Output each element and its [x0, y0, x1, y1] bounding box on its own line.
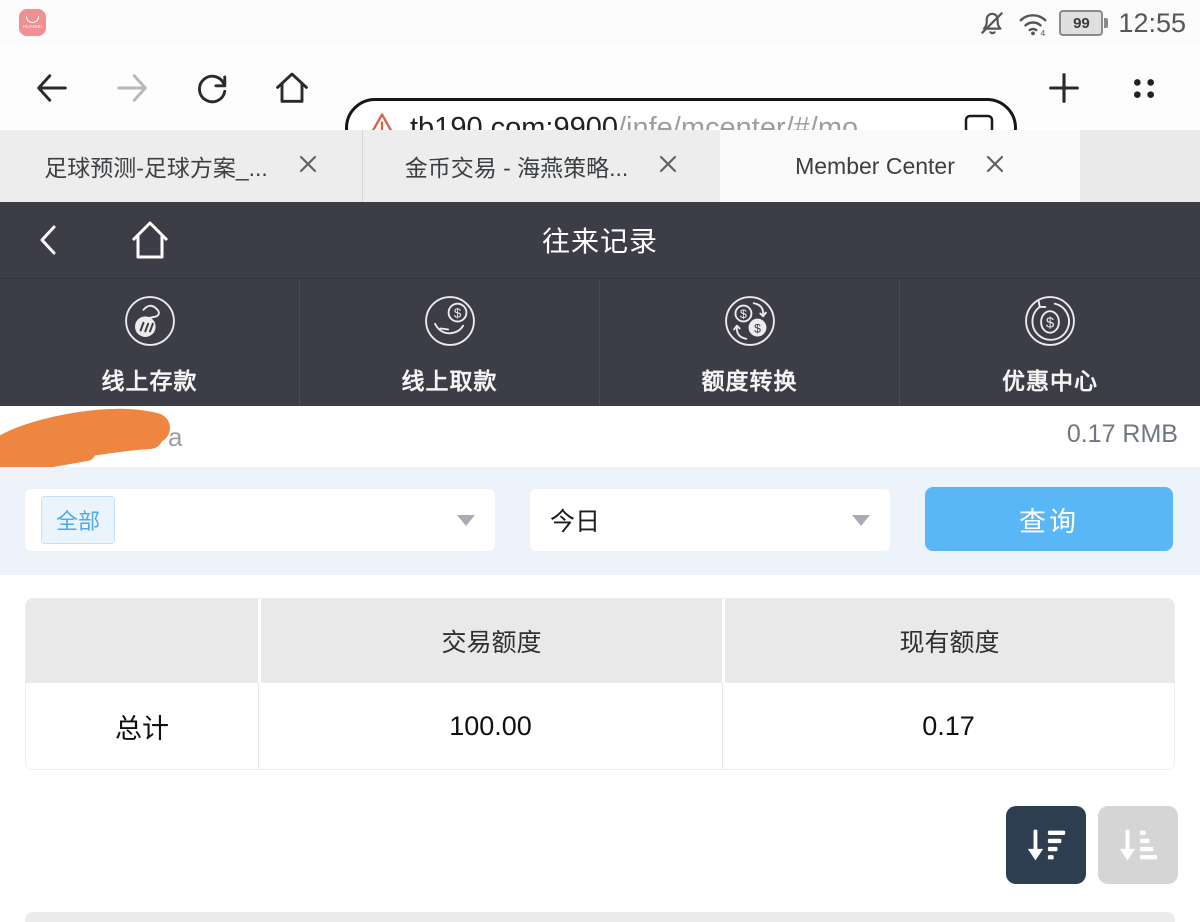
browser-forward-button[interactable] [112, 68, 152, 108]
sort-controls [1006, 806, 1178, 884]
browser-refresh-button[interactable] [192, 68, 232, 108]
category-select[interactable]: 全部 [25, 489, 495, 551]
quick-action-deposit[interactable]: 线上存款 [0, 279, 300, 407]
table-header-transaction-amount: 交易额度 [258, 599, 722, 683]
account-row: a 0.17 RMB [0, 406, 1200, 467]
chevron-down-icon [852, 515, 870, 526]
transfer-icon: $$ [720, 291, 780, 356]
query-button[interactable]: 查询 [925, 487, 1173, 551]
status-bar: HUAWEI 4 99 12:55 [0, 0, 1200, 46]
tab-title[interactable]: Member Center [795, 153, 955, 180]
appgallery-smile-icon [26, 16, 39, 23]
svg-text:4: 4 [1041, 28, 1046, 38]
category-selected-chip[interactable]: 全部 [41, 496, 115, 544]
promo-icon: $ [1020, 291, 1080, 356]
table-header-blank [26, 599, 258, 683]
tab-member-center[interactable]: Member Center [720, 130, 1080, 202]
browser-toolbar: tb190.com:9900/infe/mcenter/#/mo [0, 46, 1200, 130]
total-label-cell: 总计 [26, 683, 258, 769]
menu-dots-icon[interactable] [1124, 68, 1164, 108]
appgallery-label: HUAWEI [23, 24, 43, 29]
quick-action-label: 线上存款 [102, 362, 198, 396]
quick-action-label: 额度转换 [702, 362, 798, 396]
close-tab-icon[interactable] [985, 154, 1005, 179]
tab-title[interactable]: 金币交易 - 海燕策略... [405, 149, 629, 183]
tab-strip: 足球预测-足球方案_... 金币交易 - 海燕策略... Member Cent… [0, 130, 1200, 202]
wifi-icon: 4 [1017, 8, 1049, 38]
tab-title[interactable]: 足球预测-足球方案_... [44, 149, 268, 183]
chevron-down-icon [457, 515, 475, 526]
table-row-total: 总计 100.00 0.17 [26, 683, 1174, 769]
svg-text:$: $ [1046, 314, 1055, 331]
mute-icon [977, 8, 1007, 38]
table-header-current-amount: 现有额度 [722, 599, 1174, 683]
table-header-row: 交易额度 现有额度 [26, 599, 1174, 683]
close-tab-icon[interactable] [298, 154, 318, 179]
browser-home-button[interactable] [272, 68, 312, 108]
page-title: 往来记录 [542, 220, 658, 260]
svg-text:$: $ [453, 305, 461, 320]
quick-action-transfer[interactable]: $$ 额度转换 [600, 279, 900, 407]
appgallery-notification-icon[interactable]: HUAWEI [19, 9, 46, 36]
tab-coin-trade[interactable]: 金币交易 - 海燕策略... [363, 130, 720, 202]
quick-action-promo[interactable]: $ 优惠中心 [900, 279, 1200, 407]
close-tab-icon[interactable] [658, 154, 678, 179]
new-tab-button[interactable] [1044, 68, 1084, 108]
date-range-value: 今日 [550, 502, 600, 538]
svg-text:$: $ [740, 307, 747, 321]
quick-action-label: 线上取款 [402, 362, 498, 396]
quick-action-label: 优惠中心 [1002, 362, 1098, 396]
battery-icon: 99 [1059, 10, 1108, 36]
tab-football[interactable]: 足球预测-足球方案_... [0, 130, 363, 202]
svg-text:$: $ [754, 321, 761, 335]
summary-table: 交易额度 现有额度 总计 100.00 0.17 [25, 598, 1175, 770]
sort-ascending-button[interactable] [1098, 806, 1178, 884]
transaction-amount-cell: 100.00 [258, 683, 722, 769]
account-balance: 0.17 RMB [1067, 420, 1178, 449]
quick-action-withdraw[interactable]: $ 线上取款 [300, 279, 600, 407]
date-range-select[interactable]: 今日 [530, 489, 890, 551]
page-home-button[interactable] [118, 202, 182, 278]
status-clock: 12:55 [1118, 8, 1186, 39]
current-amount-cell: 0.17 [722, 683, 1174, 769]
quick-actions: 线上存款 $ 线上取款 $$ 额度转换 $ 优惠中心 [0, 278, 1200, 407]
battery-percent: 99 [1059, 10, 1103, 36]
next-card-edge [25, 912, 1175, 922]
redaction-scribble [0, 408, 192, 475]
browser-back-button[interactable] [32, 68, 72, 108]
page-header: 往来记录 [0, 202, 1200, 278]
filter-bar: 全部 今日 查询 [0, 467, 1200, 575]
deposit-icon [120, 291, 180, 356]
page-back-button[interactable] [26, 202, 72, 278]
sort-descending-button[interactable] [1006, 806, 1086, 884]
withdraw-icon: $ [420, 291, 480, 356]
tab-strip-filler [1080, 130, 1200, 202]
